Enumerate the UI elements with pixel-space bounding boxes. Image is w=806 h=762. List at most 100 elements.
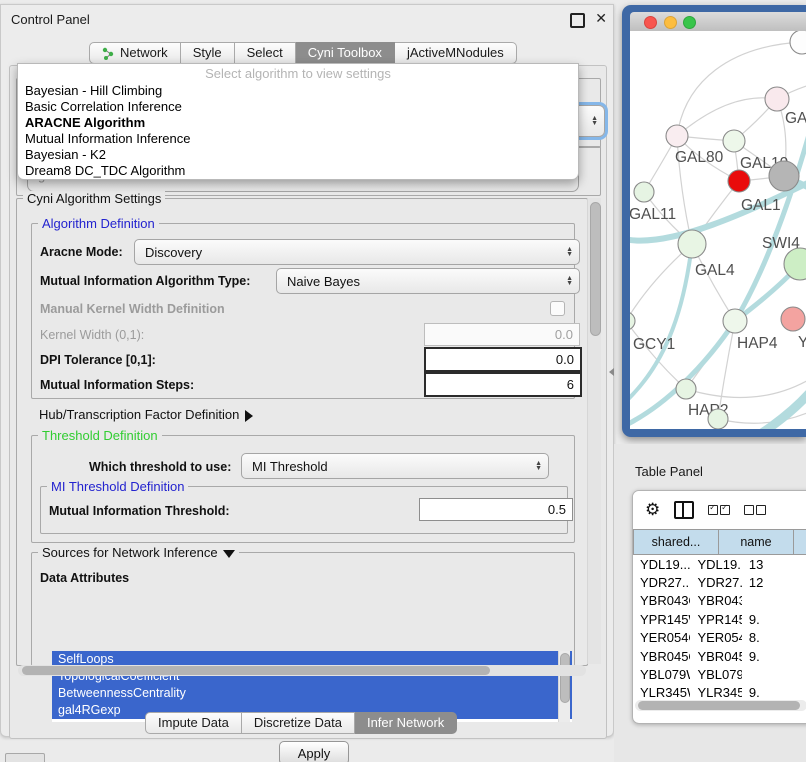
- column-header[interactable]: name: [719, 529, 794, 555]
- table-cell: 13: [742, 557, 806, 572]
- expander-down-icon: [223, 550, 235, 558]
- mi-type-combobox[interactable]: Naive Bayes ▲▼: [276, 268, 580, 294]
- network-canvas[interactable]: GALGAL80GAL10GAL1GAL11GAL4SWI4GCY1HAP4YH…: [630, 31, 806, 429]
- settings-horizontal-scrollbar[interactable]: [18, 665, 586, 676]
- apply-button[interactable]: Apply: [279, 741, 349, 762]
- dropdown-item[interactable]: Bayesian - K2: [18, 147, 578, 163]
- dropdown-items: Bayesian - Hill ClimbingBasic Correlatio…: [18, 83, 578, 179]
- dropdown-item[interactable]: ARACNE Algorithm: [18, 115, 578, 131]
- gear-icon[interactable]: ⚙: [645, 500, 660, 520]
- network-node-y[interactable]: [781, 307, 805, 331]
- checked-boxes-icon[interactable]: [708, 505, 730, 515]
- table-row[interactable]: YBR045CYBR045C9.: [633, 647, 806, 665]
- close-icon[interactable]: ✕: [595, 10, 607, 27]
- network-node-label: GAL11: [630, 206, 676, 223]
- network-node-gal80[interactable]: [666, 125, 688, 147]
- settings-vertical-scrollbar[interactable]: [587, 198, 601, 664]
- table-cell: YDR27...: [633, 575, 690, 590]
- network-view-window: GALGAL80GAL10GAL1GAL11GAL4SWI4GCY1HAP4YH…: [622, 5, 806, 437]
- data-attributes-label: Data Attributes: [40, 571, 129, 585]
- which-threshold-combobox[interactable]: MI Threshold ▲▼: [241, 453, 549, 479]
- dropdown-item[interactable]: Bayesian - Hill Climbing: [18, 83, 578, 99]
- kernel-width-field[interactable]: 0.0: [424, 323, 580, 346]
- tab-style[interactable]: Style: [181, 42, 235, 64]
- table-window: ⚙ shared...nameA YDL19...YDL19...13YDR27…: [632, 490, 806, 724]
- network-node-gal[interactable]: [765, 87, 789, 111]
- tab-jactivemnodules[interactable]: jActiveMNodules: [395, 42, 517, 64]
- tab-cyni-toolbox[interactable]: Cyni Toolbox: [296, 42, 395, 64]
- network-node-hap4[interactable]: [723, 309, 747, 333]
- table-row[interactable]: YER054CYER054C8.: [633, 629, 806, 647]
- aracne-mode-combobox[interactable]: Discovery ▲▼: [134, 239, 580, 265]
- column-header[interactable]: shared...: [633, 529, 719, 555]
- network-node-gal10[interactable]: [723, 130, 745, 152]
- table-cell: YDR27...: [690, 575, 741, 590]
- dropdown-item[interactable]: Mutual Information Inference: [18, 131, 578, 147]
- network-node-label: GAL80: [675, 149, 724, 166]
- cyni-algorithm-settings-group: Cyni Algorithm Settings Algorithm Defini…: [16, 198, 588, 666]
- mi-threshold-label: Mutual Information Threshold:: [49, 504, 230, 518]
- network-edge[interactable]: [630, 321, 686, 389]
- table-row[interactable]: YDL19...YDL19...13: [633, 555, 806, 573]
- algorithm-definition-group: Algorithm Definition Aracne Mode: Discov…: [31, 223, 575, 399]
- table-cell: YLR345W: [690, 685, 741, 700]
- application-window: Control Panel ✕ NetworkStyleSelectCyni T…: [0, 0, 806, 762]
- table-row[interactable]: YBL079WYBL079W: [633, 665, 806, 683]
- hub-definition-label: Hub/Transcription Factor Definition: [39, 407, 239, 422]
- zoom-light-icon[interactable]: [683, 16, 696, 29]
- table-horizontal-scrollbar[interactable]: [635, 700, 806, 711]
- mi-threshold-field[interactable]: 0.5: [419, 498, 573, 521]
- table-row[interactable]: YBR043CYBR043C: [633, 592, 806, 610]
- tab-label: Style: [193, 43, 222, 63]
- network-node-hap2[interactable]: [676, 379, 696, 399]
- network-node-gal11[interactable]: [634, 182, 654, 202]
- tab-select[interactable]: Select: [235, 42, 296, 64]
- cyni-toolbox-content: ▲▼ galFiltered.sif default node Cyni Alg…: [9, 65, 607, 739]
- manual-kernel-checkbox[interactable]: [550, 301, 565, 316]
- attributes-list-scrollbar[interactable]: [558, 651, 570, 722]
- table-cell: YER054C: [690, 630, 741, 645]
- split-columns-icon[interactable]: [674, 501, 694, 519]
- network-edge[interactable]: [677, 98, 777, 136]
- tab-discretize-data[interactable]: Discretize Data: [242, 712, 355, 734]
- float-window-icon[interactable]: [570, 13, 585, 28]
- combo-arrows-icon: ▲▼: [566, 247, 573, 257]
- network-node[interactable]: [769, 161, 799, 191]
- tab-label: jActiveMNodules: [407, 43, 504, 63]
- mi-threshold-group: MI Threshold Definition Mutual Informati…: [40, 486, 568, 534]
- unchecked-boxes-icon[interactable]: [744, 505, 766, 515]
- hub-definition-expander[interactable]: Hub/Transcription Factor Definition: [39, 407, 253, 422]
- network-node[interactable]: [790, 31, 806, 54]
- column-header[interactable]: A: [794, 529, 806, 555]
- tab-infer-network[interactable]: Infer Network: [355, 712, 457, 734]
- tab-label: Discretize Data: [254, 713, 342, 733]
- minimize-light-icon[interactable]: [664, 16, 677, 29]
- table-row[interactable]: YDR27...YDR27...12: [633, 573, 806, 591]
- dropdown-item[interactable]: Basic Correlation Inference: [18, 99, 578, 115]
- table-row[interactable]: YLR345WYLR345W9.: [633, 684, 806, 700]
- attribute-list-item[interactable]: BetweennessCentrality: [52, 685, 572, 702]
- network-edge[interactable]: [686, 376, 806, 397]
- table-cell: YBR043C: [633, 593, 690, 608]
- which-threshold-label: Which threshold to use:: [89, 460, 231, 474]
- network-node-gal1[interactable]: [728, 170, 750, 192]
- threshold-definition-title: Threshold Definition: [38, 428, 162, 443]
- bottom-left-button[interactable]: [5, 753, 45, 762]
- network-node[interactable]: [708, 409, 728, 429]
- network-node-label: HAP4: [737, 335, 778, 352]
- control-panel: Control Panel ✕ NetworkStyleSelectCyni T…: [0, 4, 614, 737]
- network-node-gal4[interactable]: [678, 230, 706, 258]
- panel-collapse-handle[interactable]: [609, 368, 614, 376]
- network-node-gcy1[interactable]: [630, 312, 635, 330]
- tab-label: Cyni Toolbox: [308, 43, 382, 63]
- table-row[interactable]: YPR145WYPR145W9.: [633, 610, 806, 628]
- tab-network[interactable]: Network: [89, 42, 181, 64]
- dpi-tolerance-field[interactable]: 0.0: [424, 347, 582, 372]
- close-light-icon[interactable]: [644, 16, 657, 29]
- dropdown-item[interactable]: Dream8 DC_TDC Algorithm: [18, 163, 578, 179]
- dpi-tolerance-value: 0.0: [556, 352, 574, 367]
- network-edge[interactable]: [630, 244, 692, 321]
- tab-impute-data[interactable]: Impute Data: [145, 712, 242, 734]
- control-panel-tabs: Network Style Select Cyni Toolbox jActiveMNo…: [89, 42, 517, 64]
- mi-steps-field[interactable]: 6: [424, 372, 582, 397]
